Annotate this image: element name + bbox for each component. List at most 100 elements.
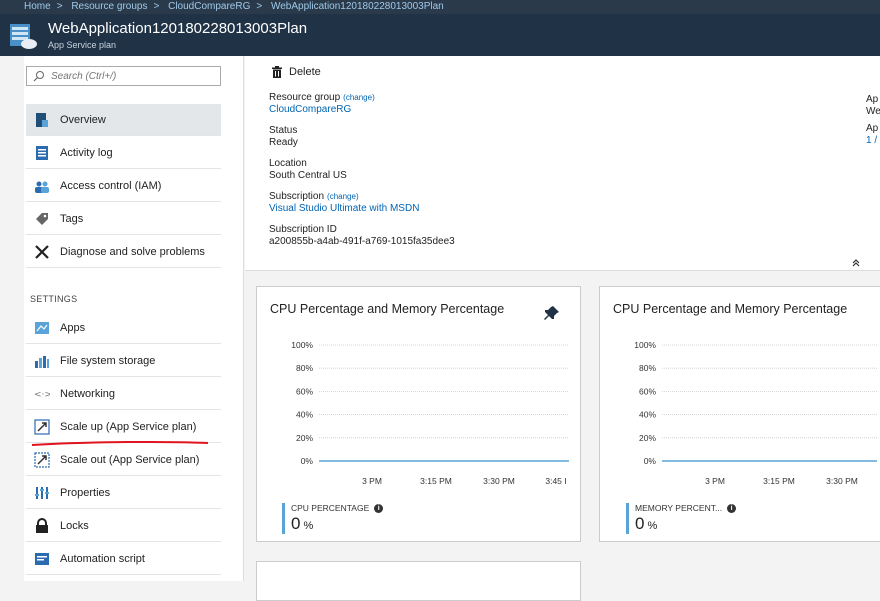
location-label: Location bbox=[269, 158, 307, 169]
delete-label: Delete bbox=[289, 65, 321, 78]
subscription-label: Subscription bbox=[269, 191, 325, 202]
subscription-id-label: Subscription ID bbox=[269, 224, 337, 235]
sidebar-item-label: Tags bbox=[60, 212, 84, 225]
x-tick-label: 3:30 PM bbox=[826, 476, 858, 486]
y-tick-label: 0% bbox=[644, 456, 657, 466]
search-box[interactable] bbox=[26, 66, 221, 86]
memory-tile[interactable]: CPU Percentage and Memory Percentage 100… bbox=[599, 286, 880, 542]
sidebar-item-apps[interactable]: Apps bbox=[26, 312, 221, 344]
y-tick-label: 100% bbox=[291, 340, 313, 350]
metric-label: CPU PERCENTAGE bbox=[291, 503, 370, 513]
tag-icon bbox=[36, 212, 48, 225]
sidebar-item-label: Scale up (App Service plan) bbox=[60, 420, 197, 433]
sidebar-item-activity-log[interactable]: Activity log bbox=[26, 137, 221, 169]
resource-group-link[interactable]: CloudCompareRG bbox=[269, 104, 375, 115]
sidebar-item-tags[interactable]: Tags bbox=[26, 203, 221, 235]
sidebar-item-networking[interactable]: <·> Networking bbox=[26, 378, 221, 410]
sidebar: Overview Activity log Access control (IA… bbox=[24, 56, 244, 581]
trash-icon bbox=[272, 65, 282, 78]
change-subscription-link[interactable]: (change) bbox=[327, 192, 359, 201]
page-title: WebApplication120180228013003Plan bbox=[48, 20, 308, 37]
x-tick-label: 3:15 PM bbox=[763, 476, 795, 486]
y-tick-label: 40% bbox=[296, 410, 313, 420]
toolbar: Delete bbox=[245, 56, 880, 88]
apps-icon bbox=[35, 321, 49, 334]
y-tick-label: 40% bbox=[639, 410, 656, 420]
y-tick-label: 60% bbox=[296, 386, 313, 396]
app-service-plan-icon bbox=[10, 24, 37, 49]
y-tick-label: 0% bbox=[301, 456, 314, 466]
overview-icon bbox=[36, 112, 48, 127]
sidebar-item-diagnose[interactable]: Diagnose and solve problems bbox=[26, 236, 221, 268]
main-panel: Delete Resource group (change) CloudCompa… bbox=[245, 56, 880, 601]
memory-metric: MEMORY PERCENT... i 0% bbox=[626, 503, 737, 534]
page-subtitle: App Service plan bbox=[48, 40, 117, 50]
sidebar-item-label: Access control (IAM) bbox=[60, 179, 162, 192]
x-tick-label: 3:30 PM bbox=[483, 476, 515, 486]
subscription-id-value: a200855b-a4ab-491f-a769-1015fa35dee3 bbox=[269, 236, 455, 247]
metric-unit: % bbox=[647, 520, 658, 532]
sidebar-item-file-system-storage[interactable]: File system storage bbox=[26, 345, 221, 377]
breadcrumb-separator: > bbox=[56, 1, 63, 12]
scale-out-icon bbox=[34, 451, 50, 468]
metric-label: MEMORY PERCENT... bbox=[635, 503, 723, 513]
breadcrumb-home[interactable]: Home bbox=[24, 1, 51, 12]
breadcrumb-current[interactable]: WebApplication120180228013003Plan bbox=[271, 1, 444, 12]
properties-icon bbox=[35, 486, 49, 499]
networking-icon: <·> bbox=[34, 390, 50, 400]
y-tick-label: 80% bbox=[296, 363, 313, 373]
sidebar-item-label: Scale out (App Service plan) bbox=[60, 453, 200, 466]
sidebar-item-label: Properties bbox=[60, 486, 111, 499]
sidebar-item-label: Overview bbox=[60, 113, 106, 126]
breadcrumb: Home > Resource groups > CloudCompareRG > W… bbox=[0, 0, 880, 14]
info-icon[interactable]: i bbox=[727, 503, 737, 513]
people-icon bbox=[35, 181, 49, 193]
sidebar-item-label: Locks bbox=[60, 519, 89, 532]
x-tick-label: 3:15 PM bbox=[420, 476, 452, 486]
cpu-memory-tile[interactable]: CPU Percentage and Memory Percentage 100… bbox=[256, 286, 581, 542]
info-icon[interactable]: i bbox=[374, 503, 384, 513]
sidebar-item-automation-script[interactable]: Automation script bbox=[26, 543, 221, 575]
search-input[interactable] bbox=[51, 69, 216, 83]
y-tick-label: 20% bbox=[639, 433, 656, 443]
collapse-icon[interactable] bbox=[851, 258, 861, 268]
sidebar-item-label: Automation script bbox=[60, 552, 145, 565]
sidebar-item-locks[interactable]: Locks bbox=[26, 510, 221, 542]
x-tick-label: 3 PM bbox=[705, 476, 725, 486]
change-resource-group-link[interactable]: (change) bbox=[343, 93, 375, 102]
breadcrumb-resource-groups[interactable]: Resource groups bbox=[71, 1, 147, 12]
right-col-label: Ap bbox=[866, 123, 879, 134]
subscription-link[interactable]: Visual Studio Ultimate with MSDN bbox=[269, 203, 419, 214]
right-col-label: Ap bbox=[866, 94, 879, 105]
sidebar-item-overview[interactable]: Overview bbox=[26, 104, 221, 136]
status-value: Ready bbox=[269, 137, 298, 148]
resource-group-label: Resource group bbox=[269, 92, 341, 103]
metric-value: 0 bbox=[291, 514, 301, 533]
sidebar-item-access-control[interactable]: Access control (IAM) bbox=[26, 170, 221, 202]
sidebar-item-properties[interactable]: Properties bbox=[26, 477, 221, 509]
storage-icon bbox=[35, 355, 49, 368]
sidebar-item-label: Apps bbox=[60, 321, 86, 334]
automation-icon bbox=[35, 552, 49, 565]
status-label: Status bbox=[269, 125, 298, 136]
essentials-right-column: Ap We Ap 1 / bbox=[866, 94, 880, 146]
sidebar-item-label: File system storage bbox=[60, 354, 156, 367]
y-tick-label: 80% bbox=[639, 363, 656, 373]
settings-section-label: SETTINGS bbox=[30, 294, 78, 304]
sidebar-item-label: Networking bbox=[60, 387, 116, 400]
additional-tile[interactable] bbox=[256, 561, 581, 601]
delete-button[interactable]: Delete bbox=[271, 65, 321, 78]
sidebar-item-label: Activity log bbox=[60, 146, 113, 159]
metric-value: 0 bbox=[635, 514, 645, 533]
breadcrumb-resource-group[interactable]: CloudCompareRG bbox=[168, 1, 250, 12]
breadcrumb-separator: > bbox=[256, 1, 263, 12]
x-tick-label: 3 PM bbox=[362, 476, 382, 486]
svg-text:<·>: <·> bbox=[34, 390, 50, 400]
right-col-link[interactable]: 1 / bbox=[866, 135, 880, 146]
tiles-area: CPU Percentage and Memory Percentage 100… bbox=[245, 271, 880, 601]
breadcrumb-separator: > bbox=[153, 1, 160, 12]
search-icon bbox=[33, 71, 44, 82]
sidebar-item-label: Diagnose and solve problems bbox=[60, 245, 205, 258]
x-tick-label: 3:45 I bbox=[545, 476, 566, 486]
activity-log-icon bbox=[36, 145, 48, 160]
